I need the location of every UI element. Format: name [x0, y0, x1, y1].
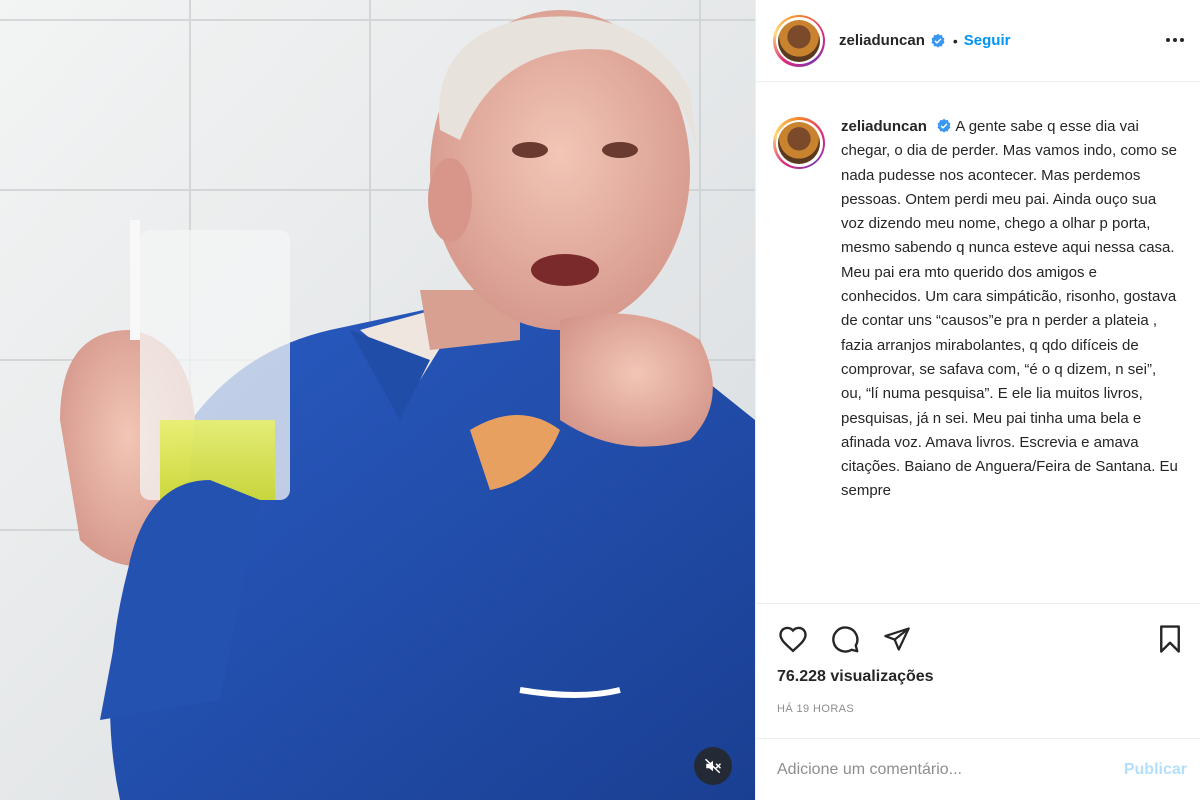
caption-section: zeliaduncan A gente sabe q esse dia vai …: [756, 83, 1200, 603]
comment-form: Publicar: [756, 738, 1200, 800]
like-button[interactable]: [776, 622, 810, 656]
heart-icon: [779, 626, 807, 653]
verified-badge-icon: [931, 33, 945, 48]
more-options-button[interactable]: [1163, 30, 1187, 50]
verified-badge-icon: [937, 118, 951, 133]
muted-speaker-icon: [704, 758, 722, 774]
comment-button[interactable]: [828, 622, 862, 656]
follow-button[interactable]: Seguir: [964, 32, 1011, 49]
post-side-panel: zeliaduncan • Seguir zeliaduncan A gente…: [755, 0, 1200, 800]
share-button[interactable]: [880, 622, 914, 656]
post-header: zeliaduncan • Seguir: [756, 0, 1200, 82]
video-frame: [0, 0, 755, 800]
author-username[interactable]: zeliaduncan: [839, 32, 925, 49]
header-separator: •: [952, 32, 958, 49]
comment-icon: [832, 626, 859, 653]
caption-username[interactable]: zeliaduncan: [841, 118, 927, 135]
view-count[interactable]: 76.228 visualizações: [777, 668, 934, 686]
caption-body: zeliaduncan A gente sabe q esse dia vai …: [841, 115, 1181, 504]
bookmark-icon: [1160, 625, 1180, 653]
mute-button[interactable]: [694, 747, 732, 785]
post-video[interactable]: [0, 0, 755, 800]
caption-avatar[interactable]: [773, 117, 825, 169]
paper-plane-icon: [884, 627, 910, 651]
caption-text: A gente sabe q esse dia vai chegar, o di…: [841, 118, 1178, 500]
publish-button[interactable]: Publicar: [1124, 761, 1187, 779]
save-button[interactable]: [1153, 622, 1187, 656]
more-options-icon: [1166, 38, 1184, 42]
comment-input[interactable]: [777, 760, 1124, 779]
post-timestamp[interactable]: HÁ 19 HORAS: [777, 703, 854, 715]
author-avatar[interactable]: [773, 14, 825, 67]
